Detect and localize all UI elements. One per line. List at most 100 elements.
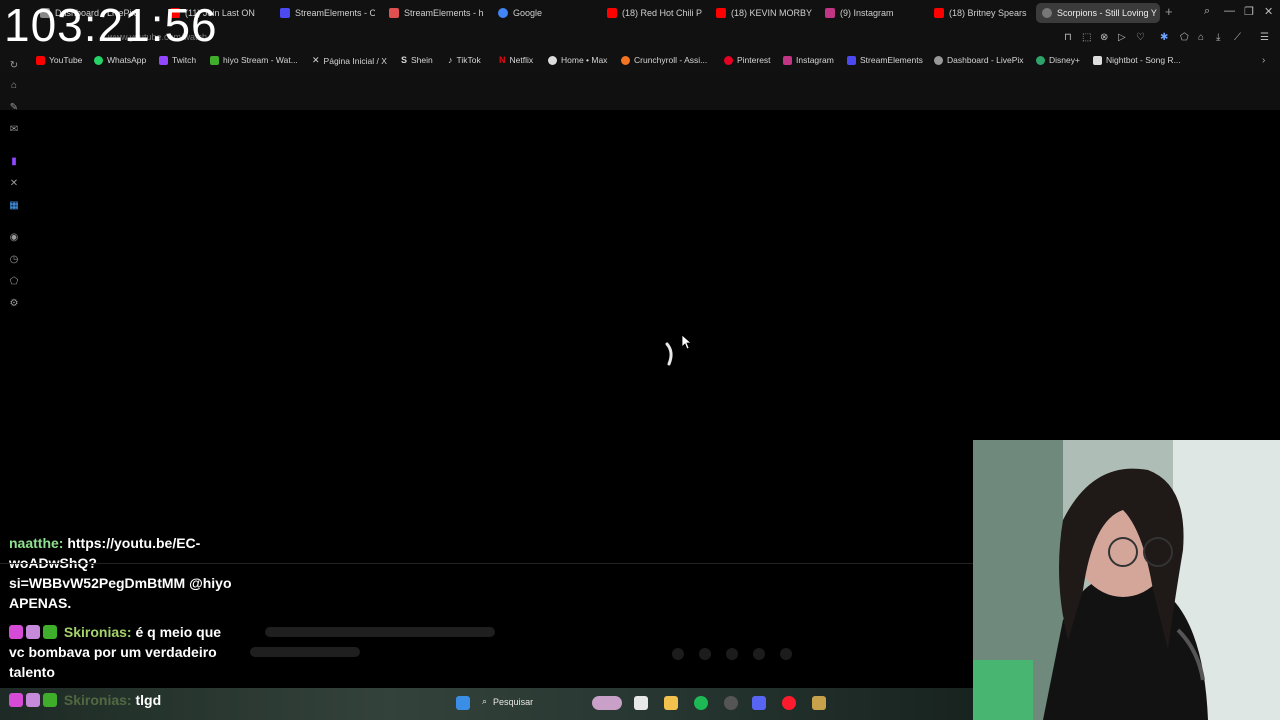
tiktok-icon: ♪: [448, 55, 453, 65]
folder-icon[interactable]: [664, 696, 678, 710]
tab-item[interactable]: (18) KEVIN MORBY: [716, 3, 816, 23]
widget-icon[interactable]: [592, 696, 622, 710]
bookmark-item[interactable]: Pinterest: [724, 55, 771, 65]
bookmark-label: Shein: [411, 55, 433, 65]
carousel-dot[interactable]: [699, 648, 711, 660]
whatsapp-icon: [94, 55, 103, 65]
bookmark-item[interactable]: YouTube: [36, 55, 82, 65]
loading-spinner-icon: [665, 342, 673, 366]
page-header-strip: [0, 72, 1280, 110]
bookmark-item[interactable]: ♪ TikTok: [448, 55, 481, 65]
x-icon[interactable]: ✕: [8, 178, 20, 190]
mail-icon[interactable]: ✉: [8, 124, 20, 136]
puzzle-icon[interactable]: ⬠: [1180, 32, 1189, 43]
obs-icon[interactable]: [724, 696, 738, 710]
tier-badge-icon: [26, 625, 40, 639]
twitch-icon[interactable]: ▮: [8, 156, 20, 168]
extension-icon[interactable]: ✱: [1160, 32, 1168, 43]
tag-icon[interactable]: ⬠: [8, 276, 20, 288]
bookmark-item[interactable]: StreamElements: [847, 55, 923, 65]
tab-item-active[interactable]: Scorpions - Still Loving Y: [1036, 3, 1160, 23]
app-icon[interactable]: ▦: [8, 200, 20, 212]
tab-title: StreamElements - hi: [404, 8, 484, 18]
bookmark-item[interactable]: Home • Max: [548, 55, 607, 65]
notes-icon[interactable]: ✎: [8, 102, 20, 114]
bookmark-item[interactable]: ✕ Página Inicial / X: [312, 55, 387, 66]
message-highlight-bar: [250, 647, 360, 657]
clock-icon[interactable]: ◷: [8, 254, 20, 266]
bookmark-item[interactable]: N Netflix: [499, 55, 533, 65]
chat-line: talento: [9, 664, 55, 680]
streamelements-icon: [847, 55, 856, 65]
streamelements-icon: [280, 8, 290, 18]
chat-username: Skironias:: [63, 624, 132, 640]
bookmark-label: Home • Max: [561, 55, 608, 65]
bookmark-item[interactable]: S Shein: [401, 55, 433, 65]
bookmark-item[interactable]: Instagram: [783, 55, 834, 65]
mouse-cursor-icon: [682, 335, 692, 349]
bookmark-label: Crunchyroll - Assi...: [634, 55, 708, 65]
tab-item[interactable]: (9) Instagram: [825, 3, 925, 23]
tab-item[interactable]: (18) Britney Spears: [934, 3, 1029, 23]
app-icon[interactable]: [812, 696, 826, 710]
store-icon[interactable]: [634, 696, 648, 710]
bookmark-item[interactable]: WhatsApp: [94, 55, 146, 65]
screenshot-icon[interactable]: ⬚: [1082, 32, 1091, 43]
bookmark-label: WhatsApp: [107, 55, 147, 65]
restore-button[interactable]: ❐: [1244, 5, 1254, 18]
new-tab-button[interactable]: +: [1165, 4, 1173, 19]
spotify-icon[interactable]: [694, 696, 708, 710]
wallet-icon[interactable]: ⌂: [1198, 32, 1204, 43]
bookmark-item[interactable]: Nightbot - Song R...: [1093, 55, 1181, 65]
taskbar-search[interactable]: ⌕ Pesquisar: [482, 696, 533, 707]
carousel-dot[interactable]: [672, 648, 684, 660]
settings-icon[interactable]: ⚙: [8, 298, 20, 310]
tab-title: (18) Britney Spears: [949, 8, 1027, 18]
shopping-icon[interactable]: ⌂: [8, 80, 20, 92]
block-icon[interactable]: ⊗: [1100, 32, 1108, 43]
heart-icon[interactable]: ♡: [1136, 32, 1145, 43]
message-highlight-bar: [265, 627, 495, 637]
loading-icon: [1042, 8, 1052, 18]
carousel-dot[interactable]: [726, 648, 738, 660]
chat-text: https://youtu.be/EC-: [67, 535, 201, 551]
opera-icon[interactable]: [782, 696, 796, 710]
carousel-dot[interactable]: [753, 648, 765, 660]
download-icon[interactable]: ⤓: [1216, 32, 1220, 43]
bookmark-label: YouTube: [49, 55, 83, 65]
menu-icon[interactable]: ☰: [1260, 32, 1269, 43]
bookmark-label: hiyo Stream - Wat...: [223, 55, 298, 65]
shein-icon: S: [401, 55, 408, 65]
search-tabs-icon[interactable]: ⌕: [1204, 5, 1210, 18]
google-icon: [498, 8, 508, 18]
tab-item[interactable]: StreamElements - O: [280, 3, 375, 23]
discord-icon[interactable]: [752, 696, 766, 710]
bookmark-icon[interactable]: ⊓: [1064, 32, 1072, 43]
bookmark-label: Pinterest: [737, 55, 771, 65]
chevron-right-icon[interactable]: ›: [1262, 55, 1265, 66]
history-icon[interactable]: ↻: [8, 60, 20, 72]
tab-title: Scorpions - Still Loving Y: [1057, 8, 1157, 18]
bookmark-item[interactable]: Crunchyroll - Assi...: [621, 55, 707, 65]
carousel-dots: [672, 648, 792, 660]
bookmark-item[interactable]: hiyo Stream - Wat...: [210, 55, 298, 65]
tab-item[interactable]: StreamElements - hi: [389, 3, 484, 23]
vip-badge-icon: [43, 693, 57, 707]
youtube-icon: [716, 8, 726, 18]
bookmark-item[interactable]: Disney+: [1036, 55, 1080, 65]
ai-icon[interactable]: ⟋: [1234, 32, 1241, 43]
close-button[interactable]: ✕: [1264, 5, 1273, 18]
chat-line: Skironias: é q meio que: [9, 622, 221, 642]
chat-line: vc bombava por um verdadeiro: [9, 644, 217, 660]
play-icon[interactable]: ▷: [1118, 32, 1126, 43]
chat-text: tlgd: [135, 692, 162, 708]
player-icon[interactable]: ◉: [8, 232, 20, 244]
bookmark-label: Página Inicial / X: [323, 55, 387, 66]
windows-start-icon[interactable]: [456, 696, 470, 710]
tab-item[interactable]: Google: [498, 3, 598, 23]
bookmark-item[interactable]: Twitch: [159, 55, 196, 65]
bookmark-item[interactable]: Dashboard - LivePix: [934, 55, 1024, 65]
tab-item[interactable]: (18) Red Hot Chili Pe: [607, 3, 702, 23]
carousel-dot[interactable]: [780, 648, 792, 660]
minimize-button[interactable]: —: [1224, 5, 1235, 17]
